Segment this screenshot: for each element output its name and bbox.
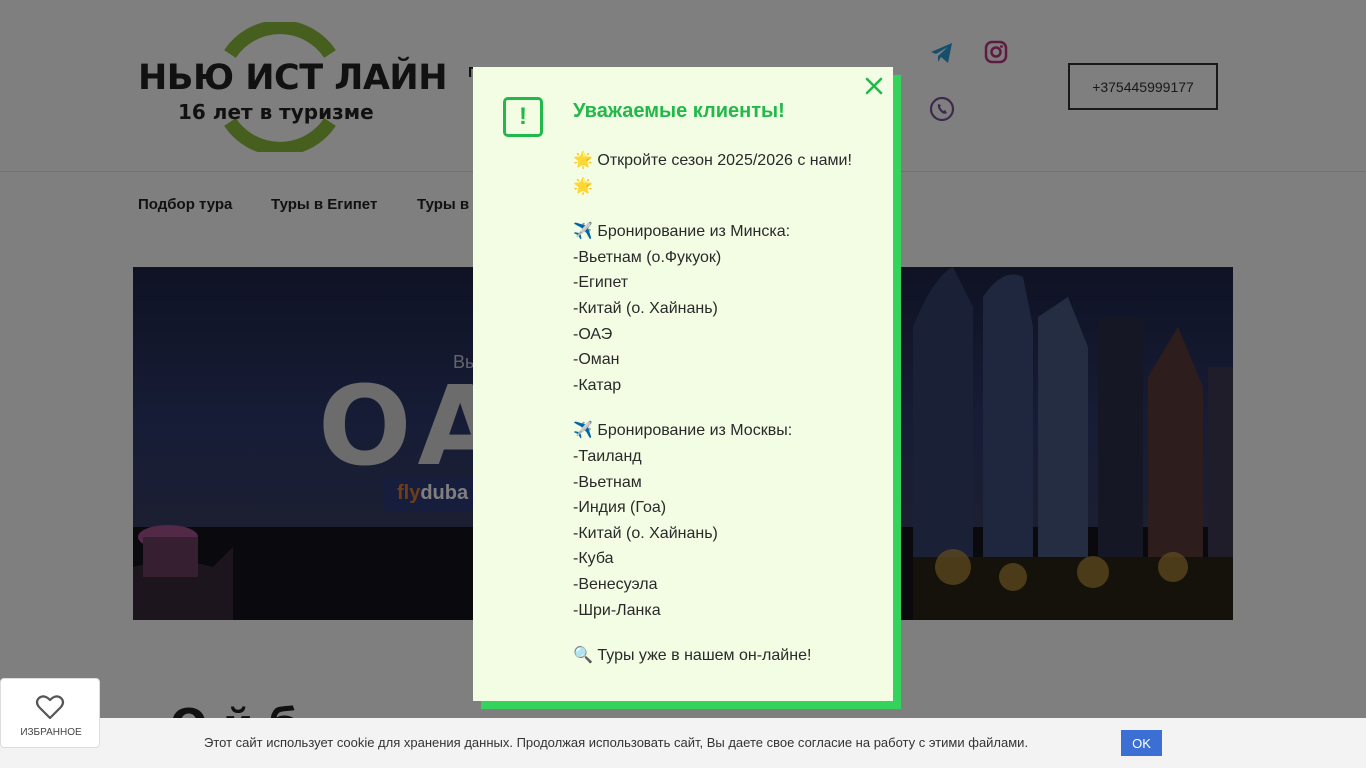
list-item: -Египет [573,274,629,292]
cookie-ok-button[interactable]: OK [1121,730,1162,756]
cookie-text: Этот сайт использует cookie для хранения… [204,735,1029,750]
list-item: -Оман [573,351,620,369]
modal-body: 🌟 Откройте сезон 2025/2026 с нами! 🌟 ✈️ … [573,148,863,689]
minsk-section: ✈️ Бронирование из Минска: -Вьетнам (о.Ф… [573,219,863,398]
list-item: -Шри-Ланка [573,601,661,619]
list-item: -Индия (Гоа) [573,499,667,517]
favorites-button[interactable]: ИЗБРАННОЕ [0,678,100,748]
modal-title: Уважаемые клиенты! [573,100,785,122]
list-item: -Куба [573,550,614,568]
minsk-heading: ✈️ Бронирование из Минска: [573,223,791,241]
cookie-bar: Этот сайт использует cookie для хранения… [0,718,1366,768]
alert-icon: ! [503,97,543,137]
list-item: -Вьетнам (о.Фукуок) [573,248,722,266]
heart-icon [35,695,65,720]
list-item: -Таиланд [573,447,642,465]
modal-intro: 🌟 Откройте сезон 2025/2026 с нами! 🌟 [573,152,852,195]
moscow-section: ✈️ Бронирование из Москвы: -Таиланд -Вье… [573,418,863,623]
list-item: -Венесуэла [573,575,658,593]
favorites-label: ИЗБРАННОЕ [20,727,82,738]
list-item: -ОАЭ [573,325,613,343]
list-item: -Китай (о. Хайнань) [573,524,718,542]
modal-footer: 🔍 Туры уже в нашем он-лайне! [573,647,812,665]
list-item: -Китай (о. Хайнань) [573,299,718,317]
list-item: -Вьетнам [573,473,642,491]
list-item: -Катар [573,376,622,394]
close-icon[interactable] [863,75,885,97]
moscow-heading: ✈️ Бронирование из Москвы: [573,422,793,440]
